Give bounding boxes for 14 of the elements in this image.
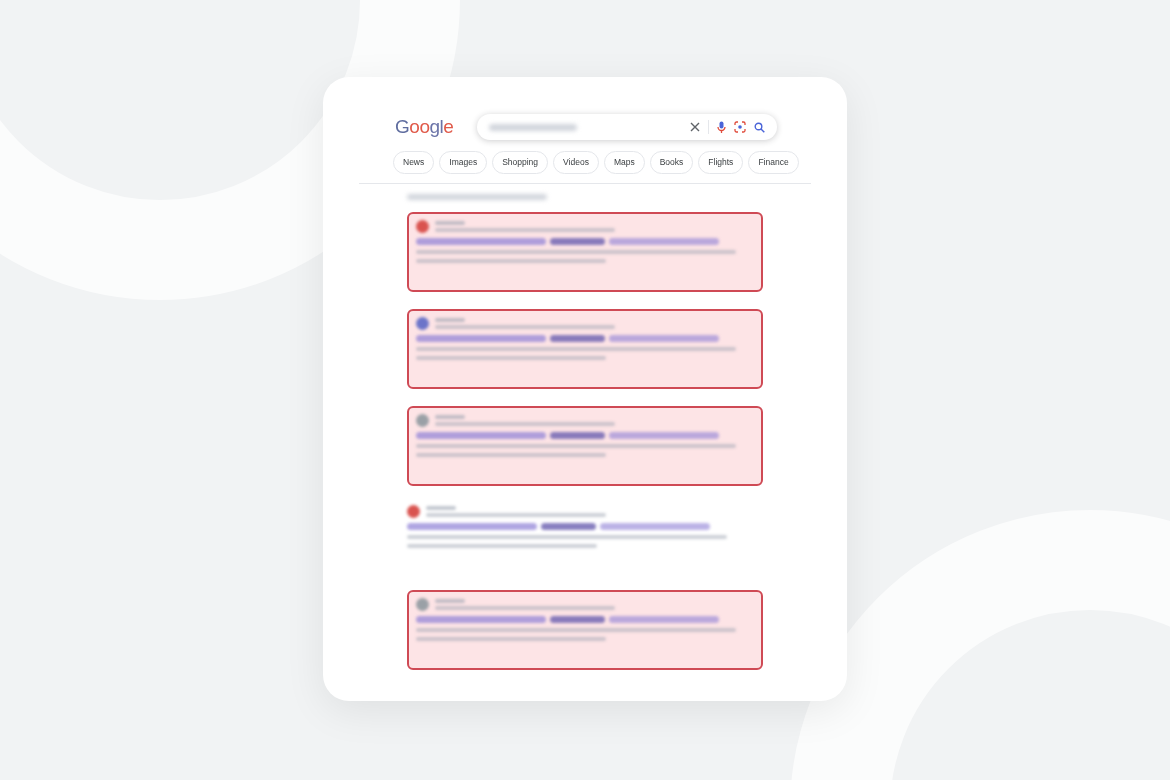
search-icon[interactable]	[754, 121, 765, 133]
filter-chip[interactable]: Books	[649, 150, 694, 174]
logo: Google	[395, 115, 454, 139]
microphone-icon[interactable]	[717, 120, 726, 134]
filter-chip[interactable]: Shopping	[492, 150, 549, 174]
camera-lens-icon[interactable]	[734, 121, 746, 134]
filter-chip[interactable]: Videos	[553, 150, 599, 174]
filter-chip[interactable]: News	[393, 150, 435, 174]
filter-chip[interactable]: Flights	[698, 150, 744, 174]
filter-chip[interactable]: Maps	[603, 150, 645, 174]
filter-chip[interactable]: Finance	[748, 150, 799, 174]
filter-chip[interactable]: Images	[439, 150, 488, 174]
clear-icon[interactable]	[690, 122, 700, 133]
search-field[interactable]	[477, 114, 777, 141]
